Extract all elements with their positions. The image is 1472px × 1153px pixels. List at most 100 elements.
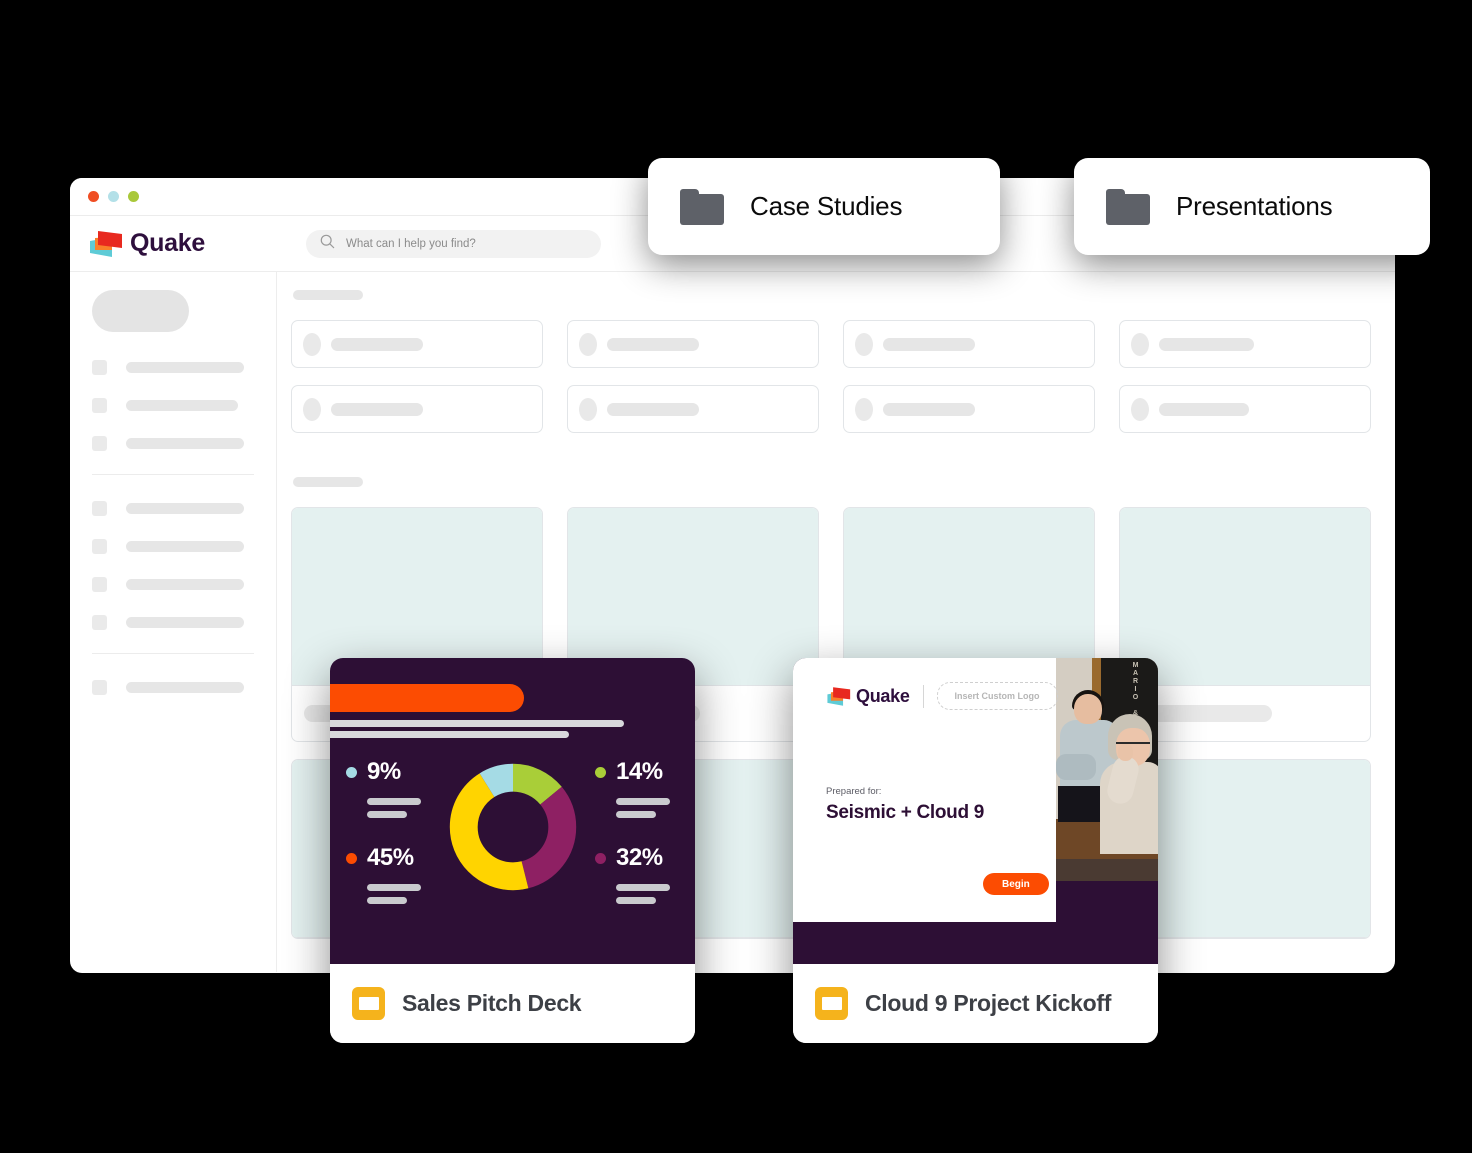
sidebar-item-icon bbox=[92, 680, 107, 695]
list-item[interactable] bbox=[843, 385, 1095, 433]
avatar bbox=[579, 332, 597, 356]
sidebar-item-label bbox=[126, 438, 244, 449]
avatar bbox=[303, 332, 321, 356]
sidebar-item-label bbox=[126, 503, 244, 514]
sidebar-primary-button[interactable] bbox=[92, 290, 189, 332]
list-item[interactable] bbox=[291, 320, 543, 368]
sidebar-divider bbox=[92, 653, 254, 654]
sidebar-item-label bbox=[126, 362, 244, 373]
legend-value: 45% bbox=[367, 844, 414, 871]
sidebar-item-icon bbox=[92, 577, 107, 592]
folder-icon bbox=[680, 188, 724, 225]
slides-icon bbox=[352, 987, 385, 1020]
folder-tab-case-studies[interactable]: Case Studies bbox=[648, 158, 1000, 255]
slide-text-line bbox=[330, 731, 569, 738]
slide-text-line bbox=[330, 720, 624, 727]
sidebar-item-icon bbox=[92, 539, 107, 554]
sidebar-group-3 bbox=[92, 680, 254, 695]
legend-item-9: 9% bbox=[346, 758, 421, 818]
quake-logo-icon bbox=[88, 228, 126, 260]
folder-tab-label: Presentations bbox=[1176, 191, 1333, 221]
list-item-label bbox=[607, 337, 699, 351]
folder-icon bbox=[1106, 188, 1150, 225]
list-item-label bbox=[607, 402, 699, 416]
legend-text-line bbox=[367, 897, 407, 904]
divider bbox=[922, 684, 924, 708]
legend-dot-icon bbox=[595, 766, 606, 778]
card-title: Cloud 9 Project Kickoff bbox=[865, 990, 1112, 1016]
slide-logo-row: Quake Insert Custom Logo bbox=[826, 682, 1058, 710]
app-logo[interactable]: Quake bbox=[88, 228, 300, 260]
sidebar-item[interactable] bbox=[92, 577, 254, 592]
sidebar-item[interactable] bbox=[92, 539, 254, 554]
avatar bbox=[855, 397, 873, 421]
sidebar-divider bbox=[92, 474, 254, 475]
legend-value: 14% bbox=[616, 758, 663, 785]
app-body bbox=[70, 272, 1395, 972]
window-minimize-button[interactable] bbox=[108, 191, 119, 202]
legend-item-45: 45% bbox=[346, 844, 421, 904]
sidebar-item[interactable] bbox=[92, 680, 254, 695]
sidebar-item-icon bbox=[92, 615, 107, 630]
folder-tab-presentations[interactable]: Presentations bbox=[1074, 158, 1430, 255]
card-footer-sales-pitch: Sales Pitch Deck bbox=[330, 964, 695, 1043]
legend-item-32: 32% bbox=[595, 844, 670, 904]
avatar bbox=[579, 397, 597, 421]
list-item[interactable] bbox=[1119, 385, 1371, 433]
legend-dot-icon bbox=[346, 766, 357, 778]
sidebar-item[interactable] bbox=[92, 501, 254, 516]
sidebar-item-label bbox=[126, 682, 244, 693]
browser-window: Quake What can I help you find? bbox=[70, 178, 1395, 973]
sidebar-group-1 bbox=[92, 360, 254, 451]
donut-chart: 9% 45% 14% 32% bbox=[330, 758, 695, 948]
slide-title-bar bbox=[330, 684, 524, 712]
sidebar-item[interactable] bbox=[92, 436, 254, 451]
sidebar-item-label bbox=[126, 541, 244, 552]
list-item[interactable] bbox=[843, 320, 1095, 368]
list-item-label bbox=[331, 337, 423, 351]
legend-text-line bbox=[616, 798, 670, 805]
list-item-label bbox=[883, 402, 975, 416]
app-logo-text: Quake bbox=[130, 229, 205, 257]
legend-text-line bbox=[616, 884, 670, 891]
sidebar-item-label bbox=[126, 400, 238, 411]
sidebar-item-icon bbox=[92, 436, 107, 451]
quake-logo-icon bbox=[826, 685, 853, 708]
list-item[interactable] bbox=[567, 385, 819, 433]
list-item[interactable] bbox=[291, 385, 543, 433]
card-sales-pitch-deck[interactable]: 9% 45% 14% 32% Sales Pitch Deck bbox=[330, 658, 695, 1043]
sidebar bbox=[70, 272, 277, 972]
sidebar-item[interactable] bbox=[92, 398, 254, 413]
card-cloud9-kickoff[interactable]: MARIO & LUIGI Quake bbox=[793, 658, 1158, 1043]
sidebar-item-label bbox=[126, 617, 244, 628]
slide-heading: Seismic + Cloud 9 bbox=[826, 802, 985, 823]
sidebar-item[interactable] bbox=[92, 615, 254, 630]
legend-text-line bbox=[616, 897, 656, 904]
insert-custom-logo-placeholder[interactable]: Insert Custom Logo bbox=[936, 682, 1058, 710]
window-close-button[interactable] bbox=[88, 191, 99, 202]
sidebar-item-label bbox=[126, 579, 244, 590]
legend-text-line bbox=[367, 798, 421, 805]
list-item-label bbox=[883, 337, 975, 351]
search-input[interactable]: What can I help you find? bbox=[306, 229, 601, 258]
legend-dot-icon bbox=[346, 852, 357, 864]
sidebar-item[interactable] bbox=[92, 360, 254, 375]
donut-slice-9 bbox=[449, 763, 577, 891]
slide-preview-cloud9: MARIO & LUIGI Quake bbox=[793, 658, 1158, 964]
search-icon bbox=[320, 234, 335, 254]
legend-dot-icon bbox=[595, 852, 606, 864]
slide-photo: MARIO & LUIGI bbox=[1056, 658, 1158, 881]
sidebar-item-icon bbox=[92, 501, 107, 516]
list-item[interactable] bbox=[1119, 320, 1371, 368]
list-item[interactable] bbox=[567, 320, 819, 368]
legend-text-line bbox=[367, 811, 407, 818]
avatar bbox=[303, 397, 321, 421]
slides-icon bbox=[815, 987, 848, 1020]
window-zoom-button[interactable] bbox=[128, 191, 139, 202]
card-title: Sales Pitch Deck bbox=[402, 990, 582, 1016]
slide-brand-name: Quake bbox=[856, 685, 910, 706]
legend-value: 32% bbox=[616, 844, 663, 871]
prepared-for-label: Prepared for: bbox=[826, 786, 882, 797]
begin-button[interactable]: Begin bbox=[983, 873, 1049, 895]
section-heading bbox=[293, 477, 363, 487]
